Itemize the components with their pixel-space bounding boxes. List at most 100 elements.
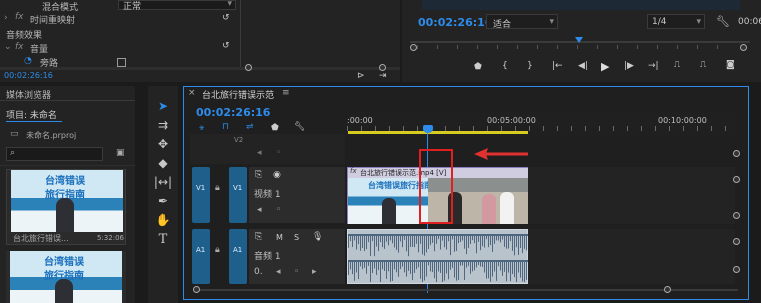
clip-item[interactable]: 台湾错误 旅行指南: [6, 251, 126, 303]
blend-mode-select[interactable]: 正常 ▾: [118, 0, 236, 12]
effect-scroll-start-handle[interactable]: [245, 64, 252, 71]
track-target-a1[interactable]: A1: [229, 229, 247, 284]
ripple-edit-tool-icon[interactable]: ✥: [153, 134, 173, 154]
waveform-bar: [502, 236, 503, 240]
timeline-horizontal-scroll[interactable]: [196, 289, 738, 291]
add-marker-icon[interactable]: ⬟: [271, 123, 279, 133]
keyframe-icon[interactable]: ◦: [276, 148, 281, 158]
export-icon[interactable]: ⇥: [379, 71, 387, 81]
track-scroll-handle[interactable]: [733, 266, 740, 273]
razor-tool-icon[interactable]: ◆: [153, 153, 173, 173]
slip-tool-icon[interactable]: |↔|: [153, 172, 173, 192]
track-target-v1[interactable]: V1: [229, 167, 247, 223]
lock-icon[interactable]: 🔒︎: [215, 245, 220, 255]
audio-clip[interactable]: [347, 229, 529, 284]
waveform-bar: [364, 236, 365, 252]
track-scroll-handle[interactable]: [733, 212, 740, 219]
go-to-out-icon[interactable]: →|: [648, 61, 659, 71]
fit-value: 适合: [493, 20, 512, 30]
mark-in-icon[interactable]: {: [502, 61, 508, 71]
fit-select[interactable]: 适合 ▾: [486, 14, 558, 30]
project-search-input[interactable]: ⌕: [6, 147, 103, 161]
next-keyframe-icon[interactable]: ▸: [312, 267, 317, 277]
track-scroll-handle[interactable]: [733, 238, 740, 245]
program-scroll-handle-right[interactable]: [740, 44, 747, 51]
timeline-timecode[interactable]: 00:02:26:16: [196, 106, 270, 119]
snap-icon[interactable]: ⊓: [222, 122, 229, 132]
waveform-bar: [448, 262, 449, 280]
sync-lock-icon[interactable]: ⎘: [255, 170, 262, 180]
reset-icon[interactable]: ↺: [222, 41, 230, 51]
work-area-bar[interactable]: [348, 131, 528, 134]
track-scroll-handle[interactable]: [733, 150, 740, 157]
timeline-scroll-handle-left[interactable]: [193, 286, 200, 293]
timeline-tab[interactable]: 台北旅行错误示范: [202, 88, 274, 101]
tab-divider: [0, 100, 135, 101]
waveform-bar: [488, 236, 489, 248]
timeline-close-icon[interactable]: ×: [188, 88, 196, 98]
waveform-bar: [400, 262, 401, 270]
bypass-checkbox[interactable]: [117, 58, 126, 67]
solo-button[interactable]: S: [294, 233, 299, 242]
add-marker-icon[interactable]: ⬟: [474, 62, 482, 72]
export-frame-icon[interactable]: ◙: [726, 60, 735, 70]
selection-tool-icon[interactable]: ➤: [153, 96, 173, 116]
tools-panel: ➤ ⇉ ✥ ◆ |↔| ✒ ✋ T: [148, 86, 178, 303]
track-select-tool-icon[interactable]: ⇉: [153, 115, 173, 135]
person-figure: [55, 279, 73, 303]
lift-icon[interactable]: ⎍: [674, 60, 680, 70]
hand-tool-icon[interactable]: ✋: [153, 210, 173, 230]
extract-icon[interactable]: ⎍: [700, 60, 706, 70]
waveform-bar: [510, 236, 511, 242]
step-forward-icon[interactable]: |▶: [624, 61, 634, 71]
empty-track-area: [528, 167, 735, 224]
volume-value[interactable]: 0.: [254, 267, 263, 277]
mute-button[interactable]: M: [276, 233, 283, 242]
play-icon[interactable]: ▶: [601, 60, 609, 73]
project-title[interactable]: 项目: 未命名: [6, 108, 57, 121]
lock-icon[interactable]: 🔒︎: [215, 183, 220, 193]
source-patch-v1[interactable]: V1: [192, 167, 210, 223]
waveform-bar: [412, 236, 413, 247]
collapse-chevron-icon[interactable]: ›: [4, 13, 8, 23]
go-to-in-icon[interactable]: |←: [552, 61, 563, 71]
track-target-label: V1: [233, 184, 243, 192]
stopwatch-icon[interactable]: ◔: [24, 56, 32, 66]
pen-tool-icon[interactable]: ✒: [153, 191, 173, 211]
playhead-head[interactable]: [423, 125, 433, 133]
program-timecode[interactable]: 00:02:26:16: [418, 16, 492, 29]
new-bin-icon[interactable]: ▣: [116, 148, 125, 158]
eye-icon[interactable]: ◉: [273, 170, 281, 180]
clip-item[interactable]: 台湾错误 旅行指南 台北旅行错误... 5:32:06: [6, 169, 126, 245]
waveform-bar: [422, 262, 423, 282]
sync-lock-icon[interactable]: ⎘: [255, 232, 262, 242]
timeline-scroll-handle-right[interactable]: [664, 286, 671, 293]
wrench-icon[interactable]: 🔧︎: [716, 15, 730, 28]
prev-keyframe-icon[interactable]: ◂: [276, 267, 281, 277]
waveform-bar: [474, 236, 475, 244]
effect-scroll-track[interactable]: [0, 67, 400, 70]
prev-keyframe-icon[interactable]: ◂: [257, 148, 262, 158]
collapse-chevron-icon[interactable]: ⌄: [4, 42, 12, 52]
timeline-menu-icon[interactable]: ≡: [282, 88, 290, 98]
effect-scroll-end-handle[interactable]: [379, 64, 386, 71]
search-icon: ⌕: [10, 148, 16, 158]
effect-timecode[interactable]: 00:02:26:16: [4, 71, 53, 80]
insert-sequence-icon[interactable]: ⚹: [199, 123, 204, 133]
keyframe-icon[interactable]: ◦: [294, 267, 299, 277]
program-monitor-panel: 00:02:26:16 适合 ▾ 1/4 ▾ 🔧︎ 00:06:21:15 ⬟ …: [402, 0, 761, 82]
mark-out-icon[interactable]: }: [527, 61, 533, 71]
microphone-icon[interactable]: 🎙︎: [312, 232, 323, 242]
wrench-icon[interactable]: 🔧︎: [294, 122, 305, 132]
resolution-select[interactable]: 1/4 ▾: [647, 14, 705, 29]
filter-icon[interactable]: ⊳: [357, 71, 365, 81]
step-back-icon[interactable]: ◀|: [578, 61, 588, 71]
program-scroll-handle-left[interactable]: [410, 44, 417, 51]
track-scroll-handle[interactable]: [733, 176, 740, 183]
prev-keyframe-icon[interactable]: ◂: [257, 205, 262, 215]
linked-selection-icon[interactable]: ⇌: [246, 122, 254, 132]
type-tool-icon[interactable]: T: [153, 229, 173, 249]
source-patch-a1[interactable]: A1: [192, 229, 210, 284]
reset-icon[interactable]: ↺: [222, 13, 230, 23]
keyframe-icon[interactable]: ◦: [276, 205, 281, 215]
